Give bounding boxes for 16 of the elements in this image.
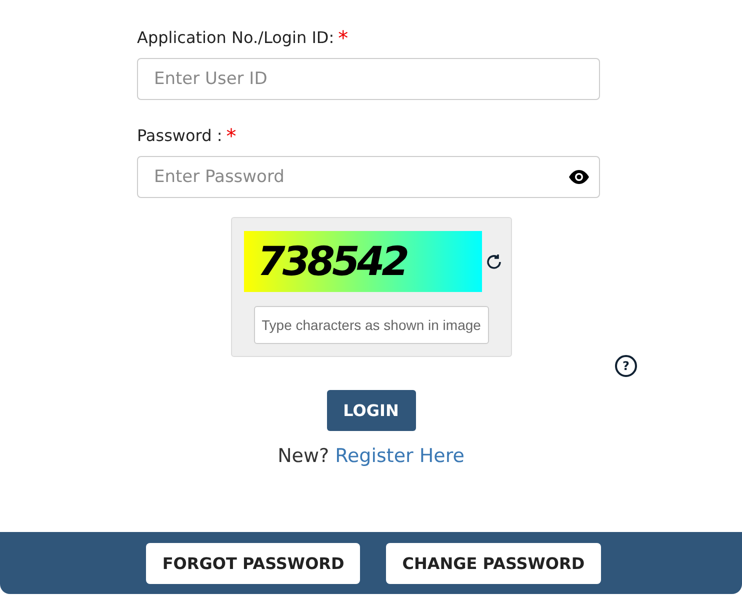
field-label: Password : xyxy=(137,126,222,145)
required-mark: * xyxy=(226,126,236,146)
captcha-image: 738542 xyxy=(244,231,482,292)
refresh-icon[interactable] xyxy=(484,252,502,270)
register-link[interactable]: Register Here xyxy=(335,445,464,467)
eye-icon[interactable] xyxy=(568,169,590,185)
user-id-field[interactable]: Enter User ID xyxy=(137,58,600,100)
change-password-button[interactable]: CHANGE PASSWORD xyxy=(386,542,601,584)
forgot-password-button[interactable]: FORGOT PASSWORD xyxy=(146,542,360,584)
field-label: Application No./Login ID: xyxy=(137,28,334,47)
captcha-field[interactable]: Type characters as shown in image xyxy=(254,306,488,344)
help-icon[interactable]: ? xyxy=(615,355,637,377)
login-button[interactable]: LOGIN xyxy=(326,390,416,431)
register-prompt: New? xyxy=(278,445,330,467)
required-mark: * xyxy=(338,28,348,48)
password-field[interactable]: Enter Password xyxy=(137,156,600,198)
